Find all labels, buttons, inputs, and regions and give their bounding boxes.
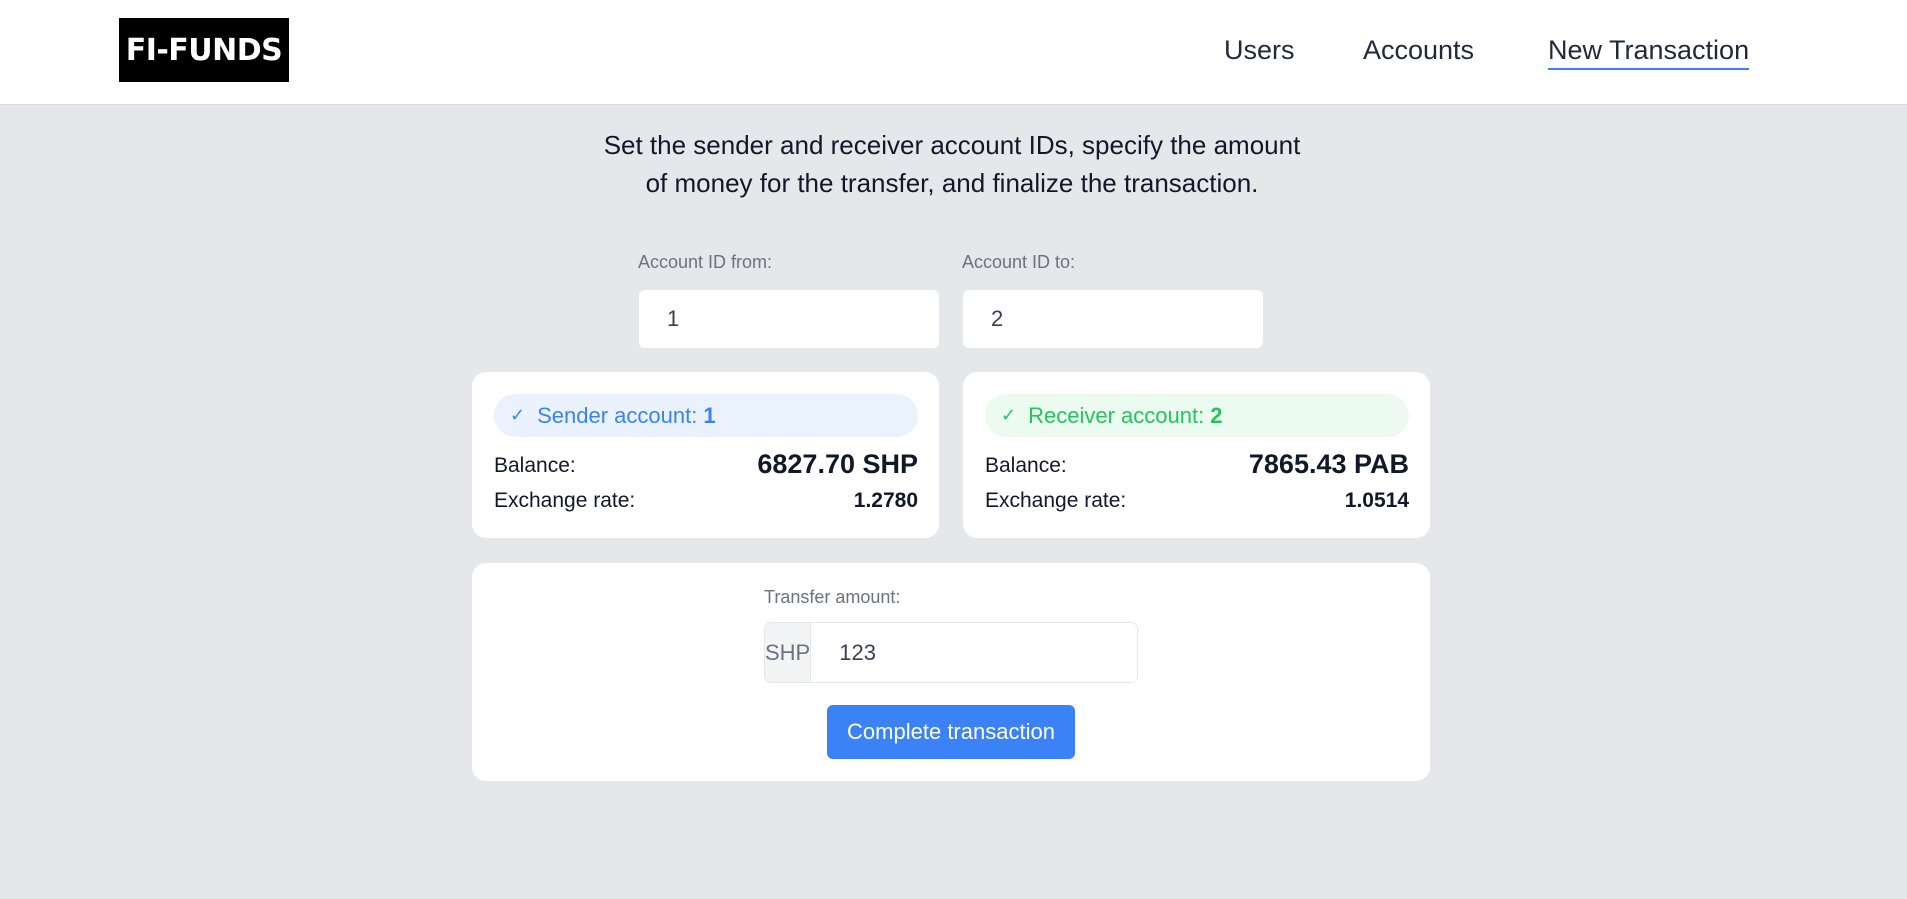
sender-badge-label: Sender account: [537,402,698,428]
sender-balance-value: 6827.70 SHP [757,449,918,479]
nav-link-new-transaction[interactable]: New Transaction [1548,32,1750,70]
check-icon: ✓ [510,405,526,425]
sender-account-badge: ✓ Sender account: 1 [494,394,918,437]
transfer-amount-input[interactable] [811,623,1137,682]
account-to-input[interactable] [962,289,1264,349]
sender-account-id: 1 [703,402,716,428]
receiver-balance-label: Balance: [985,454,1067,477]
transfer-amount-label: Transfer amount: [764,587,901,607]
currency-addon: SHP [765,623,812,682]
receiver-account-id: 2 [1210,402,1223,428]
receiver-rate-value: 1.0514 [1344,489,1409,512]
receiver-rate-label: Exchange rate: [985,489,1127,512]
transfer-card: Transfer amount: SHP Complete transactio… [472,563,1430,781]
logo[interactable]: FI-FUNDS [119,18,289,82]
receiver-account-badge: ✓ Receiver account: 2 [985,394,1409,437]
sender-rate-value: 1.2780 [853,489,918,512]
receiver-balance-value: 7865.43 PAB [1248,449,1409,479]
nav-link-accounts[interactable]: Accounts [1363,32,1474,68]
top-navbar: FI-FUNDS Users Accounts New Transaction [0,0,1907,105]
sender-balance-label: Balance: [494,454,576,477]
sender-account-card: ✓ Sender account: 1 Balance: 6827.70 SHP… [472,372,939,538]
instructions-text: Set the sender and receiver account IDs,… [603,130,1301,198]
receiver-badge-label: Receiver account: [1028,402,1205,428]
complete-transaction-button[interactable]: Complete transaction [827,705,1075,759]
account-to-label: Account ID to: [962,252,1076,272]
receiver-account-card: ✓ Receiver account: 2 Balance: 7865.43 P… [963,372,1430,538]
account-from-label: Account ID from: [638,252,773,272]
transfer-amount-group: SHP [764,622,1138,683]
account-from-input[interactable] [638,289,940,349]
check-icon: ✓ [1001,405,1017,425]
nav-link-users[interactable]: Users [1224,32,1295,68]
sender-rate-label: Exchange rate: [494,489,636,512]
